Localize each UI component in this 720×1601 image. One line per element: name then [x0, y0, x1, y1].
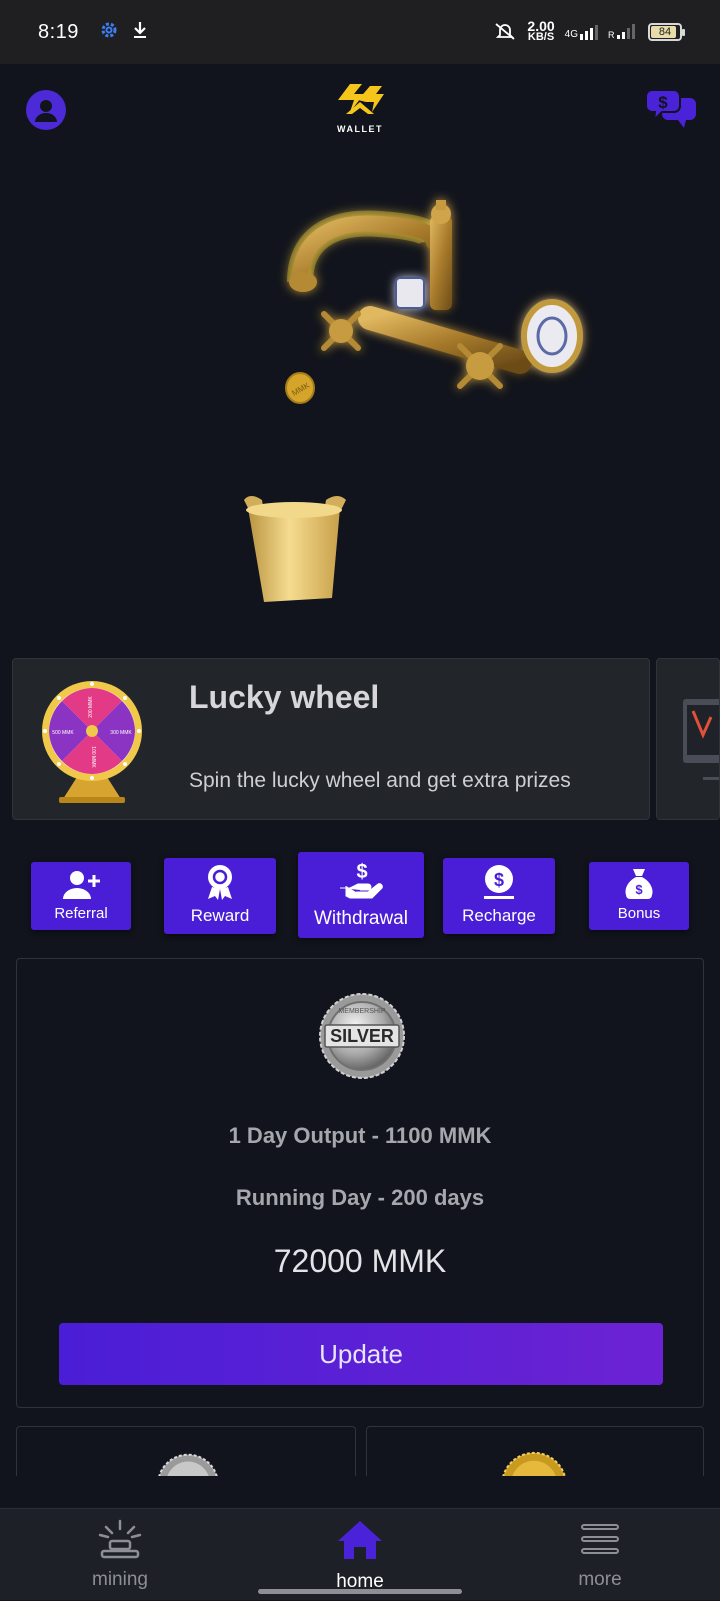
svg-text:$: $	[635, 882, 643, 897]
silver-badge-partial-icon	[158, 1453, 218, 1476]
bottom-navigation: mining home more	[0, 1508, 720, 1600]
net-speed: 2.00 KB/S	[527, 19, 555, 43]
logo-text: WALLET	[337, 124, 383, 134]
network-type: 4G	[565, 24, 598, 40]
update-button[interactable]: Update	[59, 1323, 663, 1385]
silver-badge-icon: MEMBERSHIP SILVER	[319, 993, 405, 1079]
download-icon	[131, 20, 149, 45]
status-time: 8:19	[38, 20, 79, 43]
home-icon	[336, 1519, 384, 1567]
svg-text:$: $	[494, 870, 504, 890]
svg-text:$: $	[356, 861, 367, 883]
nav-more[interactable]: more	[480, 1509, 720, 1601]
bonus-button[interactable]: $ Bonus	[589, 862, 689, 930]
badge-ring-text: MEMBERSHIP	[338, 1008, 385, 1015]
coin-image: MMK	[285, 372, 315, 404]
battery-level: 84	[658, 26, 672, 38]
wheel-label-right: 300 MMK	[110, 730, 132, 736]
gesture-bar	[258, 1589, 462, 1594]
withdrawal-button[interactable]: $ Withdrawal	[298, 852, 424, 938]
wheel-label-bottom: 100 MMK	[90, 746, 96, 768]
badge-text: SILVER	[330, 1026, 394, 1046]
svg-text:R: R	[608, 30, 615, 39]
svg-text:$: $	[658, 93, 668, 112]
app-header: WALLET $	[0, 64, 720, 160]
reward-button[interactable]: Reward	[164, 858, 276, 934]
gold-badge-partial-icon	[502, 1451, 566, 1476]
wheel-label-left: 500 MMK	[52, 730, 74, 736]
membership-plan-card: MEMBERSHIP SILVER 1 Day Output - 1100 MM…	[16, 958, 704, 1408]
running-days: Running Day - 200 days	[235, 1185, 485, 1210]
nav-mining-label: mining	[92, 1569, 148, 1590]
withdrawal-label: Withdrawal	[314, 908, 408, 929]
plan-card-partial-left	[16, 1426, 356, 1476]
feature-carousel: 500 MMK 300 MMK 200 MMK 100 MMK Lucky wh…	[12, 658, 720, 820]
plan-card-partial-right	[366, 1426, 704, 1476]
hand-dollar-icon: $	[338, 860, 384, 908]
lucky-wheel-title: Lucky wheel	[189, 679, 380, 715]
add-user-icon	[61, 869, 101, 905]
reward-label: Reward	[190, 906, 250, 925]
network-type-label: 4G	[564, 29, 578, 40]
net-speed-unit: KB/S	[527, 31, 555, 43]
status-bar: 8:19 2.00 KB/S 4G R 84	[0, 0, 720, 64]
next-carousel-card[interactable]	[656, 658, 720, 820]
mute-icon	[493, 21, 517, 44]
chat-dollar-icon[interactable]: $	[645, 88, 698, 130]
avatar-icon[interactable]	[26, 90, 66, 130]
lucky-wheel-card[interactable]: 500 MMK 300 MMK 200 MMK 100 MMK Lucky wh…	[12, 658, 650, 820]
plan-price: 72000 MMK	[273, 1243, 447, 1279]
lucky-wheel-description: Spin the lucky wheel and get extra prize…	[189, 769, 571, 792]
faucet-image	[287, 200, 583, 389]
nav-mining[interactable]: mining	[0, 1509, 240, 1601]
award-icon	[203, 863, 237, 906]
mining-icon	[96, 1519, 144, 1565]
lucky-wheel-icon: 500 MMK 300 MMK 200 MMK 100 MMK	[37, 675, 147, 807]
bucket-image	[244, 496, 346, 602]
referral-label: Referral	[54, 905, 108, 922]
nav-home[interactable]: home	[240, 1509, 480, 1601]
referral-button[interactable]: Referral	[31, 862, 131, 930]
money-bag-icon: $	[622, 867, 656, 905]
action-buttons: Referral Reward $ Withdrawal $ Recharge …	[0, 852, 720, 940]
nav-more-label: more	[578, 1569, 622, 1590]
daily-output: 1 Day Output - 1100 MMK	[228, 1123, 492, 1148]
wheel-label-top: 200 MMK	[88, 696, 94, 718]
app-logo: WALLET	[330, 82, 390, 140]
recharge-label: Recharge	[462, 906, 536, 925]
battery-indicator: 84	[648, 23, 685, 41]
recharge-button[interactable]: $ Recharge	[443, 858, 555, 934]
coin-dollar-icon: $	[480, 863, 518, 906]
hero-illustration: MMK	[0, 170, 720, 630]
bonus-label: Bonus	[617, 905, 661, 922]
settings-icon	[99, 20, 119, 45]
signal-icon: R	[608, 23, 638, 42]
menu-icon	[578, 1519, 622, 1565]
